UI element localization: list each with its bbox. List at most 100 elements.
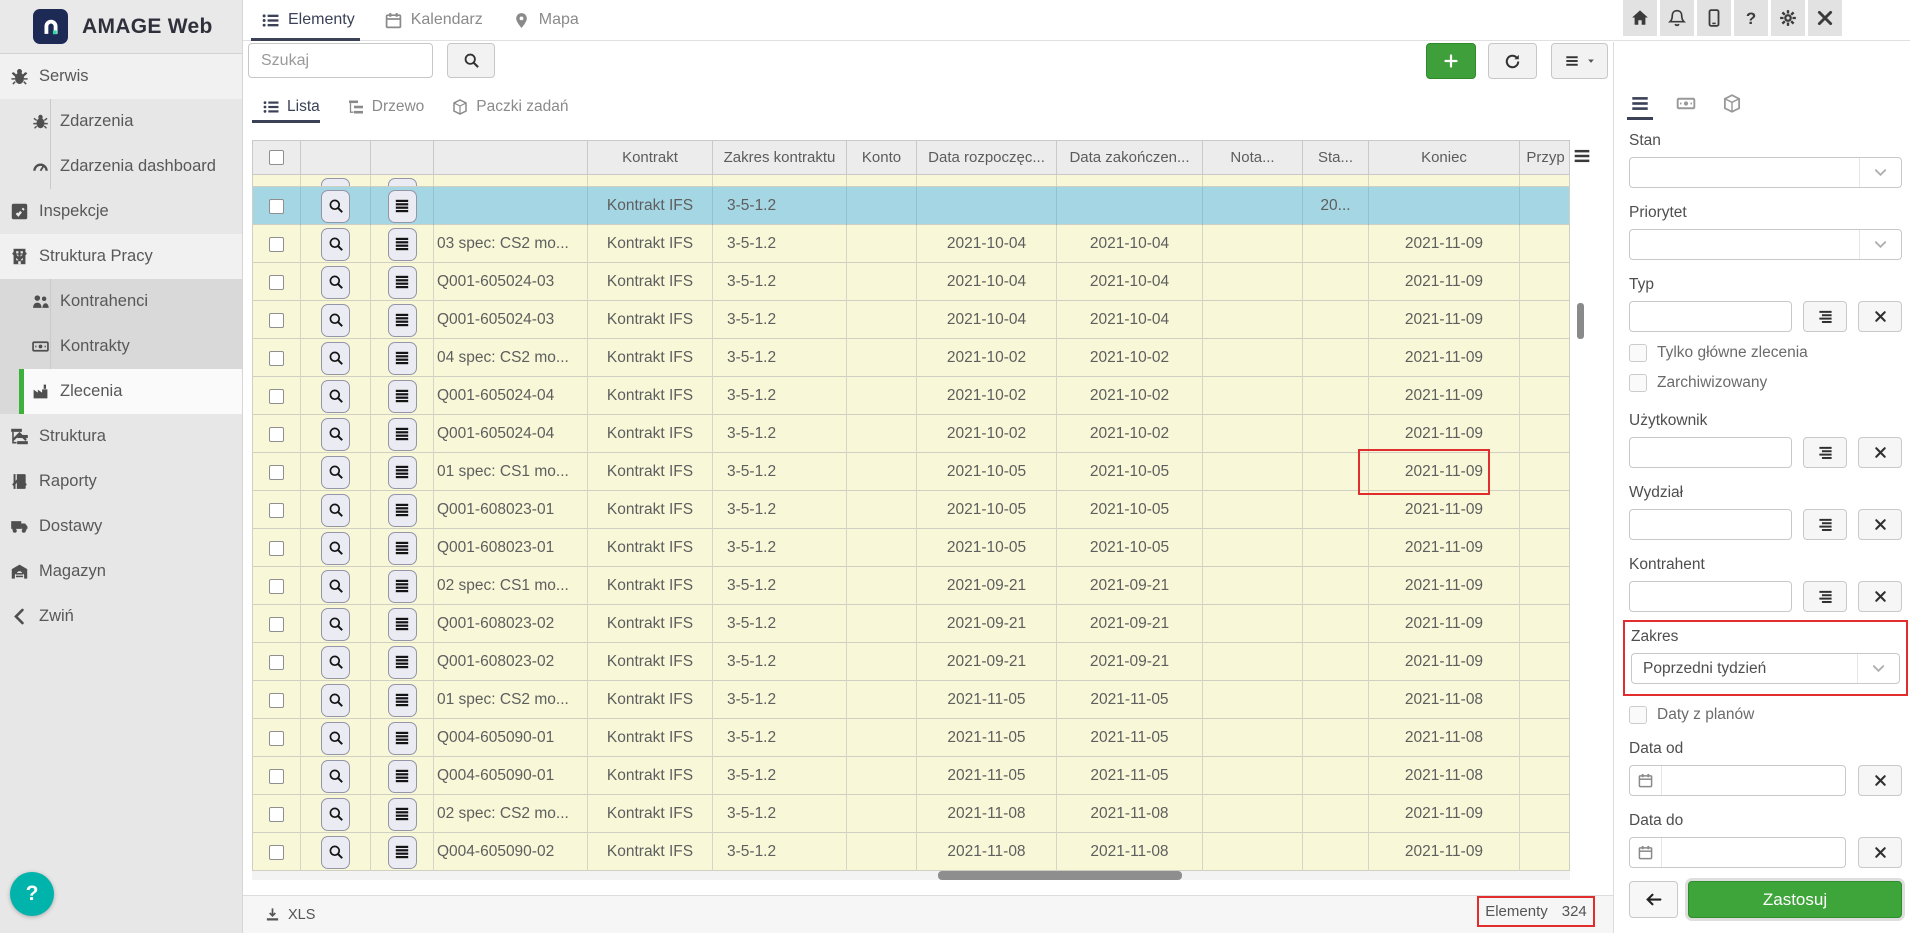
- table-row[interactable]: Q004-605090-02Kontrakt IFS3-5-1.22021-11…: [252, 833, 1570, 871]
- panel-tab-packages-icon[interactable]: [1721, 94, 1743, 113]
- zakres-select[interactable]: Poprzedni tydzień: [1631, 653, 1900, 684]
- table-row[interactable]: Q001-605024-03Kontrakt IFS3-5-1.22021-10…: [252, 301, 1570, 339]
- settings-button[interactable]: [1771, 0, 1805, 36]
- sidebar-item-magazyn[interactable]: Magazyn: [0, 549, 242, 594]
- row-menu-button[interactable]: [388, 494, 417, 527]
- row-checkbox[interactable]: [269, 199, 284, 214]
- row-checkbox[interactable]: [269, 807, 284, 822]
- horizontal-scrollbar-thumb[interactable]: [938, 871, 1182, 880]
- row-preview-button[interactable]: [321, 380, 350, 413]
- plan-dates-checkbox[interactable]: [1629, 706, 1647, 724]
- apply-button[interactable]: Zastosuj: [1688, 881, 1902, 918]
- table-row[interactable]: Q001-605024-04Kontrakt IFS3-5-1.22021-10…: [252, 377, 1570, 415]
- row-preview-button[interactable]: [321, 798, 350, 831]
- column-header-contract[interactable]: Kontrakt: [588, 141, 713, 174]
- row-menu-button[interactable]: [388, 190, 417, 223]
- table-row[interactable]: Kontrakt IFS3-5-1.220...: [252, 187, 1570, 225]
- row-checkbox[interactable]: [269, 389, 284, 404]
- row-menu-button[interactable]: [388, 722, 417, 755]
- wydzial-clear-button[interactable]: [1858, 509, 1902, 540]
- kontrahent-input[interactable]: [1629, 581, 1792, 612]
- row-checkbox[interactable]: [269, 693, 284, 708]
- row-preview-button[interactable]: [321, 570, 350, 603]
- row-preview-button[interactable]: [321, 178, 350, 188]
- row-preview-button[interactable]: [321, 190, 350, 223]
- row-menu-button[interactable]: [388, 646, 417, 679]
- sidebar-item-struktura[interactable]: Struktura: [0, 414, 242, 459]
- row-preview-button[interactable]: [321, 646, 350, 679]
- sidebar-item-zdarzenia-dashboard[interactable]: Zdarzenia dashboard: [0, 144, 242, 189]
- wydzial-picker-button[interactable]: [1803, 509, 1847, 540]
- row-menu-button[interactable]: [388, 570, 417, 603]
- table-row[interactable]: 04 spec: CS2 mo...Kontrakt IFS3-5-1.2202…: [252, 339, 1570, 377]
- view-tab-lista[interactable]: Lista: [249, 90, 334, 123]
- data-od-input[interactable]: [1629, 765, 1846, 796]
- row-preview-button[interactable]: [321, 304, 350, 337]
- column-header-note[interactable]: Nota...: [1203, 141, 1303, 174]
- row-preview-button[interactable]: [321, 722, 350, 755]
- row-preview-button[interactable]: [321, 532, 350, 565]
- row-preview-button[interactable]: [321, 684, 350, 717]
- tab-kalendarz[interactable]: Kalendarz: [370, 0, 498, 40]
- typ-clear-button[interactable]: [1858, 301, 1902, 332]
- close-button[interactable]: [1808, 0, 1842, 36]
- row-checkbox[interactable]: [269, 579, 284, 594]
- tab-elementy[interactable]: Elementy: [247, 0, 370, 40]
- table-row[interactable]: Q001-608023-02Kontrakt IFS3-5-1.22021-09…: [252, 605, 1570, 643]
- tab-mapa[interactable]: Mapa: [498, 0, 594, 40]
- row-preview-button[interactable]: [321, 836, 350, 869]
- typ-input[interactable]: [1629, 301, 1792, 332]
- row-checkbox[interactable]: [269, 503, 284, 518]
- row-menu-button[interactable]: [388, 228, 417, 261]
- table-row[interactable]: Q004-605090-01Kontrakt IFS3-5-1.22021-11…: [252, 757, 1570, 795]
- sidebar-item-kontrahenci[interactable]: Kontrahenci: [0, 279, 242, 324]
- uzytkownik-input[interactable]: [1629, 437, 1792, 468]
- row-menu-button[interactable]: [388, 798, 417, 831]
- sidebar-item-raporty[interactable]: Raporty: [0, 459, 242, 504]
- column-header-end[interactable]: Data zakończen...: [1057, 141, 1203, 174]
- table-row[interactable]: Q001-605024-03Kontrakt IFS3-5-1.22021-10…: [252, 263, 1570, 301]
- sidebar-item-dostawy[interactable]: Dostawy: [0, 504, 242, 549]
- table-row[interactable]: Q001-608023-01Kontrakt IFS3-5-1.22021-10…: [252, 491, 1570, 529]
- search-input[interactable]: [248, 43, 433, 78]
- data-do-input[interactable]: [1629, 837, 1846, 868]
- row-checkbox[interactable]: [269, 427, 284, 442]
- calendar-icon-zone[interactable]: [1630, 838, 1662, 867]
- row-menu-button[interactable]: [388, 684, 417, 717]
- app-logo[interactable]: AMAGE Web: [0, 0, 242, 54]
- table-row[interactable]: 01 spec: CS2 mo...Kontrakt IFS3-5-1.2202…: [252, 681, 1570, 719]
- horizontal-scrollbar-track[interactable]: [252, 871, 1570, 880]
- data-od-clear-button[interactable]: [1858, 765, 1902, 796]
- column-options-icon[interactable]: [1573, 147, 1591, 165]
- table-row[interactable]: 02 spec: CS2 mo...Kontrakt IFS3-5-1.2202…: [252, 795, 1570, 833]
- row-checkbox[interactable]: [269, 313, 284, 328]
- row-checkbox[interactable]: [269, 731, 284, 746]
- priorytet-select[interactable]: [1629, 229, 1902, 260]
- column-header-finish[interactable]: Koniec: [1369, 141, 1520, 174]
- table-row[interactable]: 02 spec: CS1 mo...Kontrakt IFS3-5-1.2202…: [252, 567, 1570, 605]
- sidebar-item-zdarzenia[interactable]: Zdarzenia: [0, 99, 242, 144]
- column-header-assigned[interactable]: Przyp: [1520, 141, 1571, 174]
- row-checkbox[interactable]: [269, 237, 284, 252]
- column-header-status[interactable]: Sta...: [1303, 141, 1369, 174]
- view-tab-paczki-zadań[interactable]: Paczki zadań: [438, 90, 582, 123]
- home-button[interactable]: [1623, 0, 1657, 36]
- row-preview-button[interactable]: [321, 456, 350, 489]
- table-row[interactable]: Q001-608023-01Kontrakt IFS3-5-1.22021-10…: [252, 529, 1570, 567]
- row-menu-button[interactable]: [388, 608, 417, 641]
- calendar-icon-zone[interactable]: [1630, 766, 1662, 795]
- data-do-clear-button[interactable]: [1858, 837, 1902, 868]
- table-row[interactable]: Q001-605024-04Kontrakt IFS3-5-1.22021-10…: [252, 415, 1570, 453]
- row-checkbox[interactable]: [269, 655, 284, 670]
- stan-select[interactable]: [1629, 157, 1902, 188]
- only-main-orders-checkbox[interactable]: [1629, 344, 1647, 362]
- column-header-scope[interactable]: Zakres kontraktu: [713, 141, 847, 174]
- table-row[interactable]: Q001-608023-02Kontrakt IFS3-5-1.22021-09…: [252, 643, 1570, 681]
- typ-picker-button[interactable]: [1803, 301, 1847, 332]
- row-preview-button[interactable]: [321, 760, 350, 793]
- table-row[interactable]: 01 spec: CS1 mo...Kontrakt IFS3-5-1.2202…: [252, 453, 1570, 491]
- sidebar-item-inspekcje[interactable]: Inspekcje: [0, 189, 242, 234]
- row-checkbox[interactable]: [269, 351, 284, 366]
- column-header-name[interactable]: [434, 141, 588, 174]
- column-header-account[interactable]: Konto: [847, 141, 917, 174]
